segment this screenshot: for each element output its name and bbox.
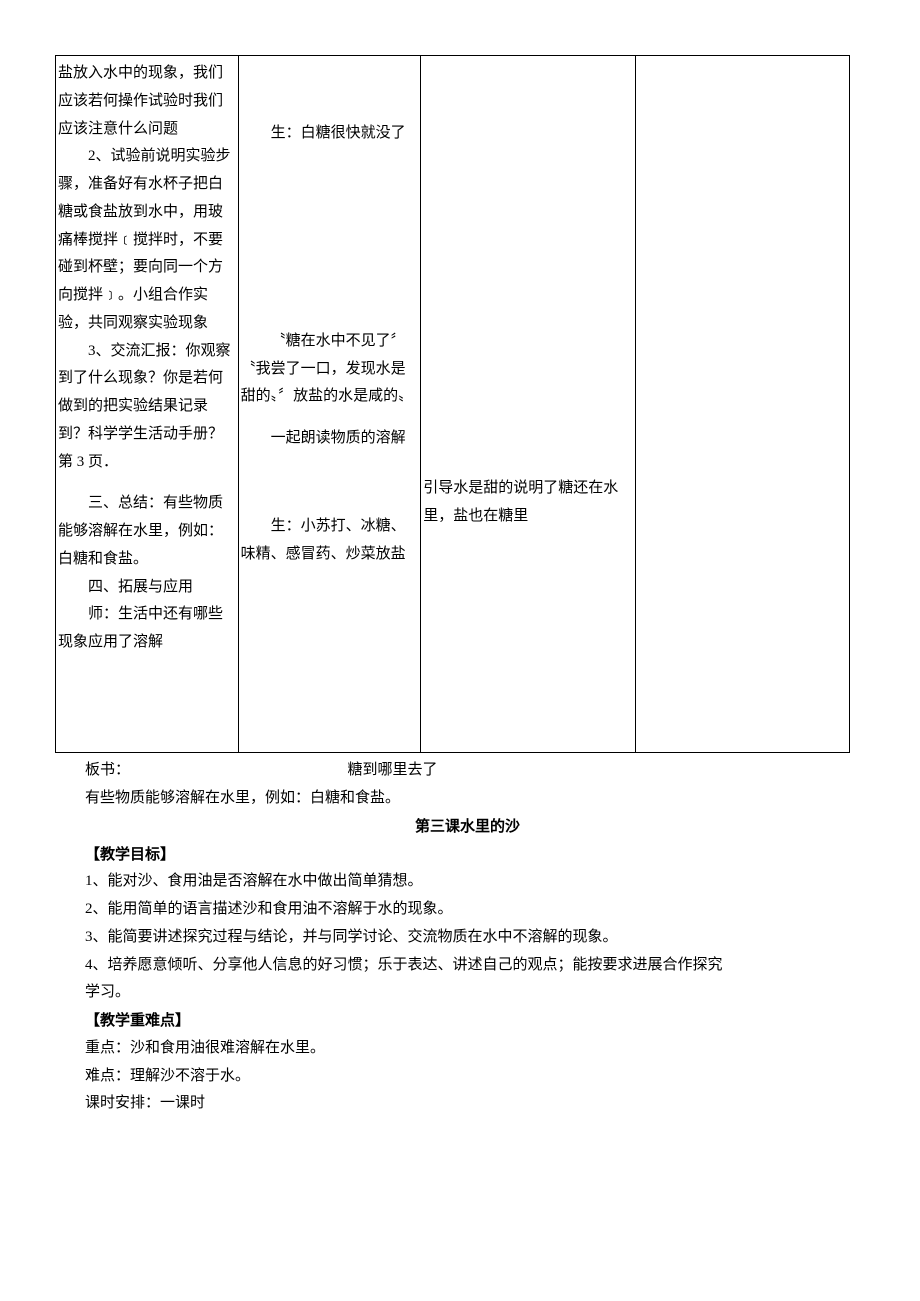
paragraph: 一起朗读物质的溶解 <box>241 425 419 453</box>
paragraph: 引导水是甜的说明了糖还在水里，盐也在糖里 <box>423 475 632 531</box>
paragraph: 生：小苏打、冰糖、味精、感冒药、炒菜放盐 <box>241 513 419 569</box>
key-point: 重点：沙和食用油很难溶解在水里。 <box>85 1035 850 1063</box>
board-label: 板书： <box>85 762 130 778</box>
schedule: 课时安排：一课时 <box>85 1090 850 1118</box>
spacer <box>241 148 419 328</box>
paragraph: 三、总结：有些物质能够溶解在水里，例如：白糖和食盐。 <box>58 490 236 573</box>
goal-item-continuation: 学习。 <box>85 979 850 1007</box>
goals-section: 【教学目标】 1、能对沙、食用油是否溶解在水中做出简单猜想。 2、能用简单的语言… <box>85 841 850 1008</box>
hard-point: 难点：理解沙不溶于水。 <box>85 1063 850 1091</box>
goals-label: 【教学目标】 <box>85 841 850 869</box>
below-table-section: 板书： 糖到哪里去了 有些物质能够溶解在水里，例如：白糖和食盐。 第三课水里的沙… <box>55 757 850 1118</box>
paragraph: 2、试验前说明实验步骤，准备好有水杯子把白糖或食盐放到水中，用玻痛棒搅拌﹝搅拌时… <box>58 143 236 337</box>
teacher-activity-cell: 盐放入水中的现象，我们应该若何操作试验时我们应该注意什么问题 2、试验前说明实验… <box>56 56 239 753</box>
paragraph: 四、拓展与应用 <box>58 574 236 602</box>
goal-item: 2、能用简单的语言描述沙和食用油不溶解于水的现象。 <box>85 896 850 924</box>
student-activity-cell: 生：白糖很快就没了 〝糖在水中不见了〞〝我尝了一口，发现水是甜的〟〞放盐的水是咸… <box>238 56 421 753</box>
spacer <box>241 411 419 425</box>
spacer <box>241 453 419 513</box>
paragraph: 〝糖在水中不见了〞〝我尝了一口，发现水是甜的〟〞放盐的水是咸的〟 <box>241 328 419 411</box>
spacer <box>58 476 236 490</box>
paragraph: 3、交流汇报：你观察到了什么现象？你是若何做到的把实验结果记录到？科学学生活动手… <box>58 338 236 477</box>
lesson-title: 第三课水里的沙 <box>85 813 850 841</box>
board-title: 糖到哪里去了 <box>348 762 438 778</box>
paragraph: 盐放入水中的现象，我们应该若何操作试验时我们应该注意什么问题 <box>58 60 236 143</box>
goal-item: 3、能简要讲述探究过程与结论，并与同学讨论、交流物质在水中不溶解的现象。 <box>85 924 850 952</box>
spacer <box>241 568 419 748</box>
board-content: 有些物质能够溶解在水里，例如：白糖和食盐。 <box>85 785 850 813</box>
goal-item: 1、能对沙、食用油是否溶解在水中做出简单猜想。 <box>85 868 850 896</box>
lesson-table: 盐放入水中的现象，我们应该若何操作试验时我们应该注意什么问题 2、试验前说明实验… <box>55 55 850 753</box>
guidance-cell: 引导水是甜的说明了糖还在水里，盐也在糖里 <box>421 56 635 753</box>
paragraph: 师：生活中还有哪些现象应用了溶解 <box>58 601 236 657</box>
board-line: 板书： 糖到哪里去了 <box>85 757 850 785</box>
empty-cell <box>635 56 849 753</box>
table-row: 盐放入水中的现象，我们应该若何操作试验时我们应该注意什么问题 2、试验前说明实验… <box>56 56 850 753</box>
goal-item: 4、培养愿意倾听、分享他人信息的好习惯；乐于表达、讲述自己的观点；能按要求进展合… <box>85 952 850 980</box>
difficulty-label: 【教学重难点】 <box>85 1007 850 1035</box>
paragraph: 生：白糖很快就没了 <box>241 120 419 148</box>
